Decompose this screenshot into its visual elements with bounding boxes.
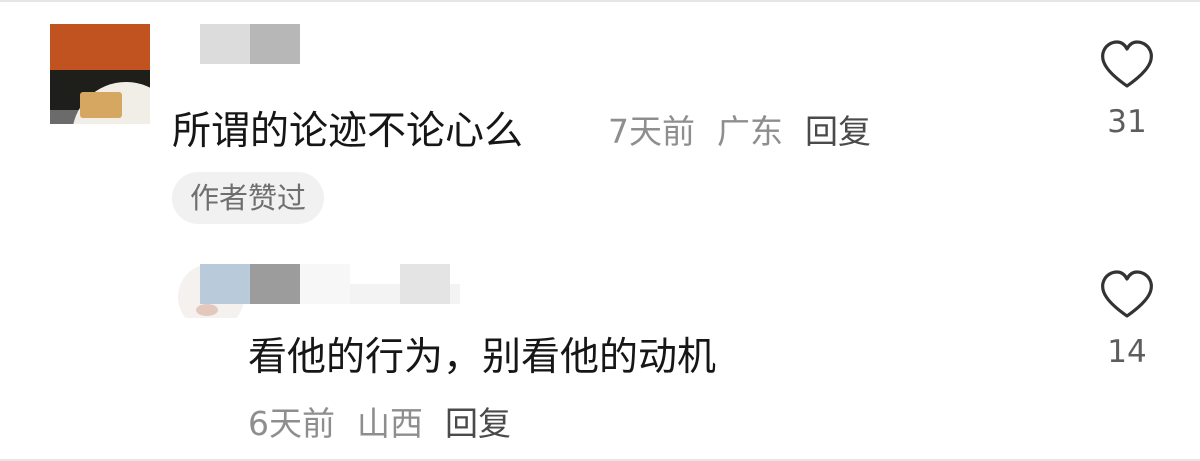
comment-meta: 7天前 广东 回复	[608, 108, 871, 156]
avatar-region	[50, 24, 150, 70]
comment-location: 山西	[357, 404, 423, 443]
avatar-region	[196, 304, 218, 316]
username-blur-block	[250, 264, 300, 304]
comment-text[interactable]: 所谓的论迹不论心么	[172, 108, 523, 156]
comment-location: 广东	[717, 112, 783, 151]
comment-time: 7天前	[608, 112, 695, 151]
username-blur-block	[200, 264, 250, 304]
like-count: 14	[1107, 334, 1147, 370]
avatar-region	[80, 92, 122, 118]
heart-outline-icon	[1101, 40, 1153, 88]
reply-button[interactable]: 回复	[805, 112, 871, 151]
like-button[interactable]: 31	[1096, 40, 1158, 140]
comment-list: 所谓的论迹不论心么 7天前 广东 回复 作者赞过 31 看他的行为，别看他的动机 6…	[0, 0, 1200, 461]
username-blur-block	[200, 24, 250, 64]
username-blur-block	[300, 264, 350, 304]
like-button[interactable]: 14	[1096, 270, 1158, 370]
comment-time: 6天前	[248, 404, 335, 443]
like-count: 31	[1107, 104, 1147, 140]
avatar[interactable]	[50, 24, 150, 124]
comment-text[interactable]: 看他的行为，别看他的动机	[248, 334, 716, 382]
comment-meta: 6天前 山西 回复	[248, 400, 511, 448]
username-blur-block	[250, 24, 300, 64]
heart-outline-icon	[1101, 270, 1153, 318]
reply-button[interactable]: 回复	[445, 404, 511, 443]
author-liked-badge: 作者赞过	[172, 172, 325, 224]
username-blur-block	[400, 264, 450, 304]
